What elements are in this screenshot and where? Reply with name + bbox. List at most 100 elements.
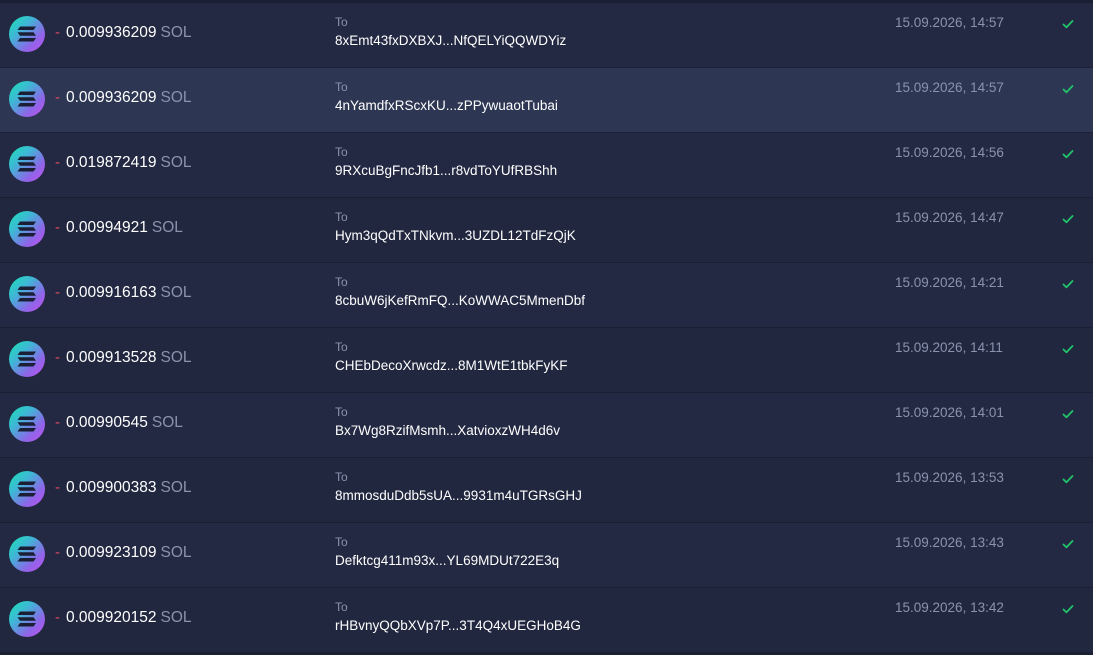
transaction-row[interactable]: - 0.009936209 SOL To 8xEmt43fxDXBXJ...NfQ… [0,3,1093,68]
transaction-datetime: 15.09.2026, 13:53 [895,470,1004,485]
to-label: To [335,470,348,484]
amount-unit: SOL [160,609,192,626]
transaction-row[interactable]: - 0.00990545 SOL To Bx7Wg8RzifMsmh...Xatv… [0,393,1093,458]
negative-sign: - [55,609,60,626]
to-label: To [335,600,348,614]
check-icon [1061,17,1075,31]
amount: 0.009936209 SOL [66,23,192,43]
solana-token-icon [9,341,45,377]
transaction-datetime: 15.09.2026, 14:21 [895,275,1004,290]
transaction-datetime: 15.09.2026, 14:01 [895,405,1004,420]
transaction-row[interactable]: - 0.009920152 SOL To rHBvnyQQbXVp7P...3T4… [0,588,1093,653]
to-label: To [335,210,348,224]
negative-sign: - [55,544,60,561]
solana-token-icon [9,536,45,572]
amount-unit: SOL [160,479,192,496]
amount-unit: SOL [160,89,192,106]
recipient-address: Bx7Wg8RzifMsmh...XatvioxzWH4d6v [335,423,561,438]
amount-unit: SOL [160,154,192,171]
solana-token-icon [9,81,45,117]
transaction-row[interactable]: - 0.019872419 SOL To 9RXcuBgFncJfb1...r8v… [0,133,1093,198]
amount: 0.019872419 SOL [66,153,192,173]
transaction-row[interactable]: - 0.00994921 SOL To Hym3qQdTxTNkvm...3UZD… [0,198,1093,263]
amount: 0.009913528 SOL [66,348,192,368]
transaction-row[interactable]: - 0.009913528 SOL To CHEbDecoXrwcdz...8M1… [0,328,1093,393]
transaction-row[interactable]: - 0.009916163 SOL To 8cbuW6jKefRmFQ...KoW… [0,263,1093,328]
recipient-address: Hym3qQdTxTNkvm...3UZDL12TdFzQjK [335,228,576,243]
check-icon [1061,602,1075,616]
amount: 0.009936209 SOL [66,88,192,108]
amount-value: 0.019872419 [66,154,157,171]
amount-value: 0.009920152 [66,609,157,626]
check-icon [1061,537,1075,551]
amount: 0.009920152 SOL [66,608,192,628]
solana-token-icon [9,406,45,442]
amount: 0.00994921 SOL [66,218,183,238]
solana-token-icon [9,601,45,637]
negative-sign: - [55,154,60,171]
amount-value: 0.00990545 [66,414,148,431]
check-icon [1061,212,1075,226]
check-icon [1061,82,1075,96]
transaction-list: - 0.009936209 SOL To 8xEmt43fxDXBXJ...NfQ… [0,0,1093,655]
negative-sign: - [55,219,60,236]
amount: 0.009900383 SOL [66,478,192,498]
transaction-datetime: 15.09.2026, 14:56 [895,145,1004,160]
to-label: To [335,80,348,94]
check-icon [1061,342,1075,356]
amount-value: 0.009913528 [66,349,157,366]
transaction-datetime: 15.09.2026, 13:43 [895,535,1004,550]
negative-sign: - [55,414,60,431]
amount-value: 0.009900383 [66,479,157,496]
recipient-address: 4nYamdfxRScxKU...zPPywuaotTubai [335,98,558,113]
amount: 0.009923109 SOL [66,543,192,563]
solana-token-icon [9,471,45,507]
amount-value: 0.009916163 [66,284,157,301]
recipient-address: CHEbDecoXrwcdz...8M1WtE1tbkFyKF [335,358,568,373]
amount-unit: SOL [160,284,192,301]
amount-unit: SOL [160,349,192,366]
amount-unit: SOL [160,24,192,41]
negative-sign: - [55,479,60,496]
to-label: To [335,405,348,419]
recipient-address: 8mmosduDdb5sUA...9931m4uTGRsGHJ [335,488,582,503]
transaction-datetime: 15.09.2026, 13:42 [895,600,1004,615]
negative-sign: - [55,24,60,41]
transaction-row[interactable]: - 0.009936209 SOL To 4nYamdfxRScxKU...zPP… [0,68,1093,133]
check-icon [1061,407,1075,421]
amount-value: 0.009936209 [66,89,157,106]
recipient-address: 9RXcuBgFncJfb1...r8vdToYUfRBShh [335,163,558,178]
amount-value: 0.009936209 [66,24,157,41]
negative-sign: - [55,349,60,366]
transaction-row[interactable]: - 0.009923109 SOL To Defktcg411m93x...YL6… [0,523,1093,588]
amount: 0.009916163 SOL [66,283,192,303]
check-icon [1061,147,1075,161]
negative-sign: - [55,284,60,301]
recipient-address: 8cbuW6jKefRmFQ...KoWWAC5MmenDbf [335,293,586,308]
to-label: To [335,340,348,354]
solana-token-icon [9,211,45,247]
to-label: To [335,145,348,159]
solana-token-icon [9,276,45,312]
check-icon [1061,472,1075,486]
transaction-datetime: 15.09.2026, 14:57 [895,80,1004,95]
transaction-datetime: 15.09.2026, 14:11 [895,340,1003,355]
transaction-datetime: 15.09.2026, 14:57 [895,15,1004,30]
to-label: To [335,15,348,29]
amount: 0.00990545 SOL [66,413,183,433]
amount-unit: SOL [151,414,183,431]
recipient-address: 8xEmt43fxDXBXJ...NfQELYiQQWDYiz [335,33,567,48]
amount-unit: SOL [160,544,192,561]
recipient-address: rHBvnyQQbXVp7P...3T4Q4xUEGHoB4G [335,618,581,633]
negative-sign: - [55,89,60,106]
solana-token-icon [9,146,45,182]
amount-value: 0.00994921 [66,219,148,236]
amount-value: 0.009923109 [66,544,157,561]
transaction-row[interactable]: - 0.009900383 SOL To 8mmosduDdb5sUA...993… [0,458,1093,523]
recipient-address: Defktcg411m93x...YL69MDUt722E3q [335,553,560,568]
amount-unit: SOL [151,219,183,236]
solana-token-icon [9,16,45,52]
to-label: To [335,535,348,549]
check-icon [1061,277,1075,291]
transaction-datetime: 15.09.2026, 14:47 [895,210,1004,225]
